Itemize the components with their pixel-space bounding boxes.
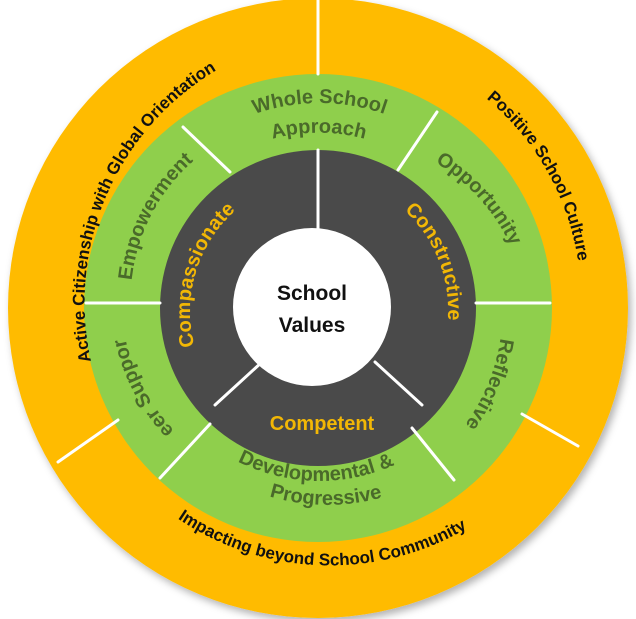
inner-label-competent: Competent	[270, 413, 375, 435]
center-circle: School Values	[233, 228, 391, 386]
school-values-diagram: School Values Active Citizenship with Gl…	[0, 0, 628, 618]
center-disc	[233, 228, 391, 386]
center-label-line2: Values	[279, 314, 346, 337]
center-label-line1: School	[277, 282, 347, 305]
